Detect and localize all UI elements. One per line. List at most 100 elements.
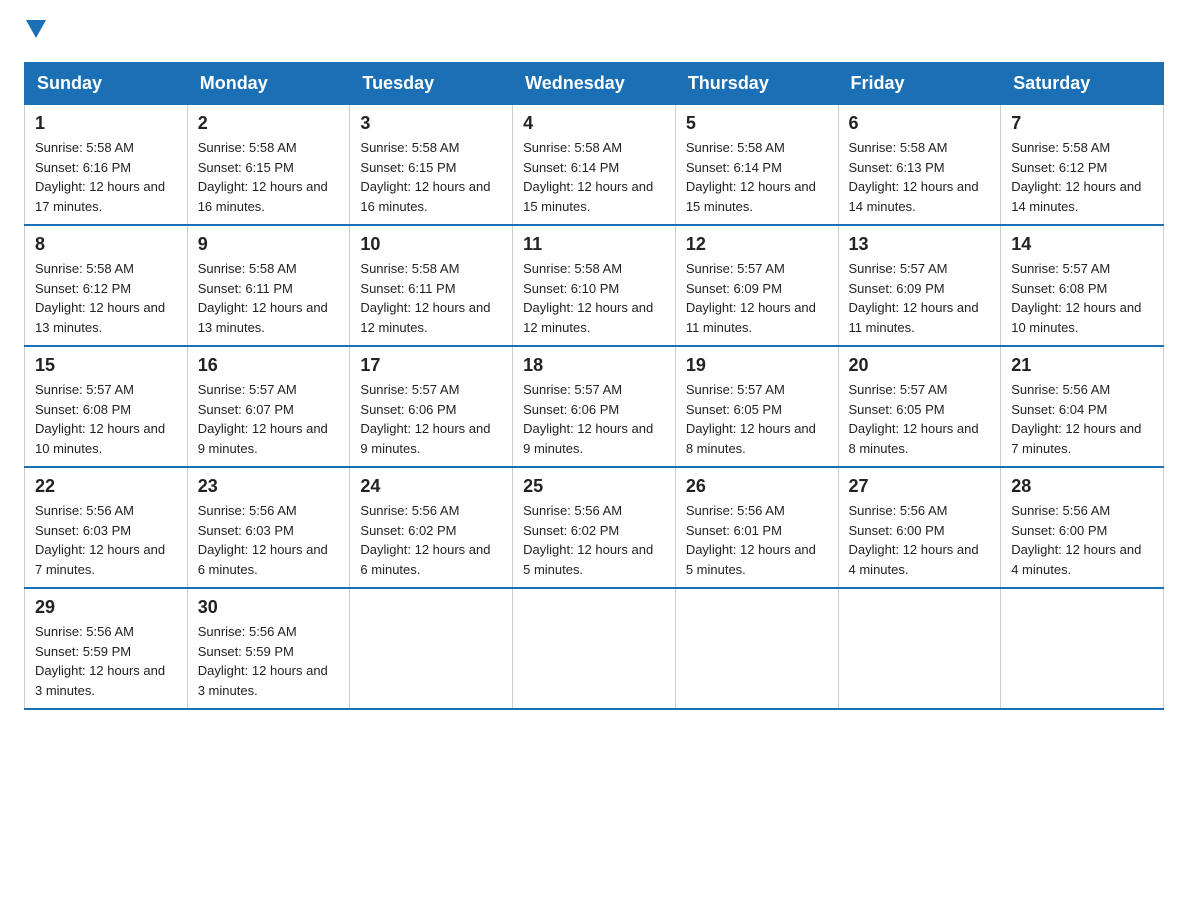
day-number: 15 — [35, 355, 177, 376]
day-number: 14 — [1011, 234, 1153, 255]
day-number: 3 — [360, 113, 502, 134]
day-cell: 24 Sunrise: 5:56 AMSunset: 6:02 PMDaylig… — [350, 467, 513, 588]
week-row-4: 22 Sunrise: 5:56 AMSunset: 6:03 PMDaylig… — [25, 467, 1164, 588]
day-number: 19 — [686, 355, 828, 376]
day-number: 23 — [198, 476, 340, 497]
day-cell — [675, 588, 838, 709]
day-info: Sunrise: 5:57 AMSunset: 6:08 PMDaylight:… — [1011, 259, 1153, 337]
day-number: 30 — [198, 597, 340, 618]
day-cell: 26 Sunrise: 5:56 AMSunset: 6:01 PMDaylig… — [675, 467, 838, 588]
logo — [24, 24, 46, 42]
day-cell — [513, 588, 676, 709]
calendar-table: SundayMondayTuesdayWednesdayThursdayFrid… — [24, 62, 1164, 710]
day-cell: 22 Sunrise: 5:56 AMSunset: 6:03 PMDaylig… — [25, 467, 188, 588]
day-number: 1 — [35, 113, 177, 134]
header-cell-tuesday: Tuesday — [350, 63, 513, 105]
day-cell: 5 Sunrise: 5:58 AMSunset: 6:14 PMDayligh… — [675, 105, 838, 226]
day-number: 13 — [849, 234, 991, 255]
day-info: Sunrise: 5:58 AMSunset: 6:11 PMDaylight:… — [360, 259, 502, 337]
day-info: Sunrise: 5:58 AMSunset: 6:11 PMDaylight:… — [198, 259, 340, 337]
day-number: 11 — [523, 234, 665, 255]
calendar-body: 1 Sunrise: 5:58 AMSunset: 6:16 PMDayligh… — [25, 105, 1164, 710]
header-cell-thursday: Thursday — [675, 63, 838, 105]
logo-triangle-icon — [26, 20, 46, 38]
day-info: Sunrise: 5:56 AMSunset: 6:01 PMDaylight:… — [686, 501, 828, 579]
day-cell: 25 Sunrise: 5:56 AMSunset: 6:02 PMDaylig… — [513, 467, 676, 588]
day-info: Sunrise: 5:58 AMSunset: 6:12 PMDaylight:… — [1011, 138, 1153, 216]
day-number: 10 — [360, 234, 502, 255]
day-info: Sunrise: 5:57 AMSunset: 6:08 PMDaylight:… — [35, 380, 177, 458]
day-cell: 21 Sunrise: 5:56 AMSunset: 6:04 PMDaylig… — [1001, 346, 1164, 467]
week-row-5: 29 Sunrise: 5:56 AMSunset: 5:59 PMDaylig… — [25, 588, 1164, 709]
day-cell: 23 Sunrise: 5:56 AMSunset: 6:03 PMDaylig… — [187, 467, 350, 588]
day-cell: 12 Sunrise: 5:57 AMSunset: 6:09 PMDaylig… — [675, 225, 838, 346]
day-number: 29 — [35, 597, 177, 618]
day-cell: 14 Sunrise: 5:57 AMSunset: 6:08 PMDaylig… — [1001, 225, 1164, 346]
day-cell: 29 Sunrise: 5:56 AMSunset: 5:59 PMDaylig… — [25, 588, 188, 709]
day-number: 8 — [35, 234, 177, 255]
day-number: 7 — [1011, 113, 1153, 134]
day-cell: 16 Sunrise: 5:57 AMSunset: 6:07 PMDaylig… — [187, 346, 350, 467]
day-cell — [350, 588, 513, 709]
day-cell: 20 Sunrise: 5:57 AMSunset: 6:05 PMDaylig… — [838, 346, 1001, 467]
day-info: Sunrise: 5:56 AMSunset: 5:59 PMDaylight:… — [198, 622, 340, 700]
day-info: Sunrise: 5:58 AMSunset: 6:12 PMDaylight:… — [35, 259, 177, 337]
day-info: Sunrise: 5:57 AMSunset: 6:09 PMDaylight:… — [686, 259, 828, 337]
day-number: 9 — [198, 234, 340, 255]
day-info: Sunrise: 5:57 AMSunset: 6:07 PMDaylight:… — [198, 380, 340, 458]
day-number: 12 — [686, 234, 828, 255]
day-number: 27 — [849, 476, 991, 497]
day-info: Sunrise: 5:57 AMSunset: 6:05 PMDaylight:… — [849, 380, 991, 458]
day-cell: 11 Sunrise: 5:58 AMSunset: 6:10 PMDaylig… — [513, 225, 676, 346]
day-cell: 19 Sunrise: 5:57 AMSunset: 6:05 PMDaylig… — [675, 346, 838, 467]
day-info: Sunrise: 5:56 AMSunset: 6:00 PMDaylight:… — [1011, 501, 1153, 579]
day-info: Sunrise: 5:57 AMSunset: 6:05 PMDaylight:… — [686, 380, 828, 458]
day-cell: 10 Sunrise: 5:58 AMSunset: 6:11 PMDaylig… — [350, 225, 513, 346]
header-cell-sunday: Sunday — [25, 63, 188, 105]
day-info: Sunrise: 5:56 AMSunset: 6:03 PMDaylight:… — [35, 501, 177, 579]
day-cell: 7 Sunrise: 5:58 AMSunset: 6:12 PMDayligh… — [1001, 105, 1164, 226]
day-number: 21 — [1011, 355, 1153, 376]
day-cell: 15 Sunrise: 5:57 AMSunset: 6:08 PMDaylig… — [25, 346, 188, 467]
header-cell-wednesday: Wednesday — [513, 63, 676, 105]
day-cell: 13 Sunrise: 5:57 AMSunset: 6:09 PMDaylig… — [838, 225, 1001, 346]
week-row-3: 15 Sunrise: 5:57 AMSunset: 6:08 PMDaylig… — [25, 346, 1164, 467]
day-cell: 8 Sunrise: 5:58 AMSunset: 6:12 PMDayligh… — [25, 225, 188, 346]
day-number: 17 — [360, 355, 502, 376]
day-info: Sunrise: 5:56 AMSunset: 6:00 PMDaylight:… — [849, 501, 991, 579]
day-number: 26 — [686, 476, 828, 497]
day-info: Sunrise: 5:57 AMSunset: 6:06 PMDaylight:… — [523, 380, 665, 458]
day-number: 24 — [360, 476, 502, 497]
day-info: Sunrise: 5:58 AMSunset: 6:13 PMDaylight:… — [849, 138, 991, 216]
day-info: Sunrise: 5:57 AMSunset: 6:09 PMDaylight:… — [849, 259, 991, 337]
page-header — [24, 24, 1164, 42]
day-info: Sunrise: 5:58 AMSunset: 6:10 PMDaylight:… — [523, 259, 665, 337]
day-info: Sunrise: 5:56 AMSunset: 6:02 PMDaylight:… — [523, 501, 665, 579]
day-number: 2 — [198, 113, 340, 134]
day-number: 22 — [35, 476, 177, 497]
day-number: 16 — [198, 355, 340, 376]
week-row-1: 1 Sunrise: 5:58 AMSunset: 6:16 PMDayligh… — [25, 105, 1164, 226]
day-cell — [1001, 588, 1164, 709]
day-number: 18 — [523, 355, 665, 376]
day-cell: 9 Sunrise: 5:58 AMSunset: 6:11 PMDayligh… — [187, 225, 350, 346]
day-info: Sunrise: 5:58 AMSunset: 6:15 PMDaylight:… — [198, 138, 340, 216]
header-cell-monday: Monday — [187, 63, 350, 105]
day-info: Sunrise: 5:58 AMSunset: 6:16 PMDaylight:… — [35, 138, 177, 216]
day-info: Sunrise: 5:58 AMSunset: 6:14 PMDaylight:… — [686, 138, 828, 216]
day-info: Sunrise: 5:58 AMSunset: 6:14 PMDaylight:… — [523, 138, 665, 216]
week-row-2: 8 Sunrise: 5:58 AMSunset: 6:12 PMDayligh… — [25, 225, 1164, 346]
day-cell: 28 Sunrise: 5:56 AMSunset: 6:00 PMDaylig… — [1001, 467, 1164, 588]
day-cell: 27 Sunrise: 5:56 AMSunset: 6:00 PMDaylig… — [838, 467, 1001, 588]
day-number: 28 — [1011, 476, 1153, 497]
day-number: 4 — [523, 113, 665, 134]
calendar-header: SundayMondayTuesdayWednesdayThursdayFrid… — [25, 63, 1164, 105]
day-cell: 18 Sunrise: 5:57 AMSunset: 6:06 PMDaylig… — [513, 346, 676, 467]
day-info: Sunrise: 5:56 AMSunset: 6:03 PMDaylight:… — [198, 501, 340, 579]
header-row: SundayMondayTuesdayWednesdayThursdayFrid… — [25, 63, 1164, 105]
header-cell-saturday: Saturday — [1001, 63, 1164, 105]
day-cell: 1 Sunrise: 5:58 AMSunset: 6:16 PMDayligh… — [25, 105, 188, 226]
day-cell: 2 Sunrise: 5:58 AMSunset: 6:15 PMDayligh… — [187, 105, 350, 226]
day-cell: 30 Sunrise: 5:56 AMSunset: 5:59 PMDaylig… — [187, 588, 350, 709]
day-cell: 3 Sunrise: 5:58 AMSunset: 6:15 PMDayligh… — [350, 105, 513, 226]
